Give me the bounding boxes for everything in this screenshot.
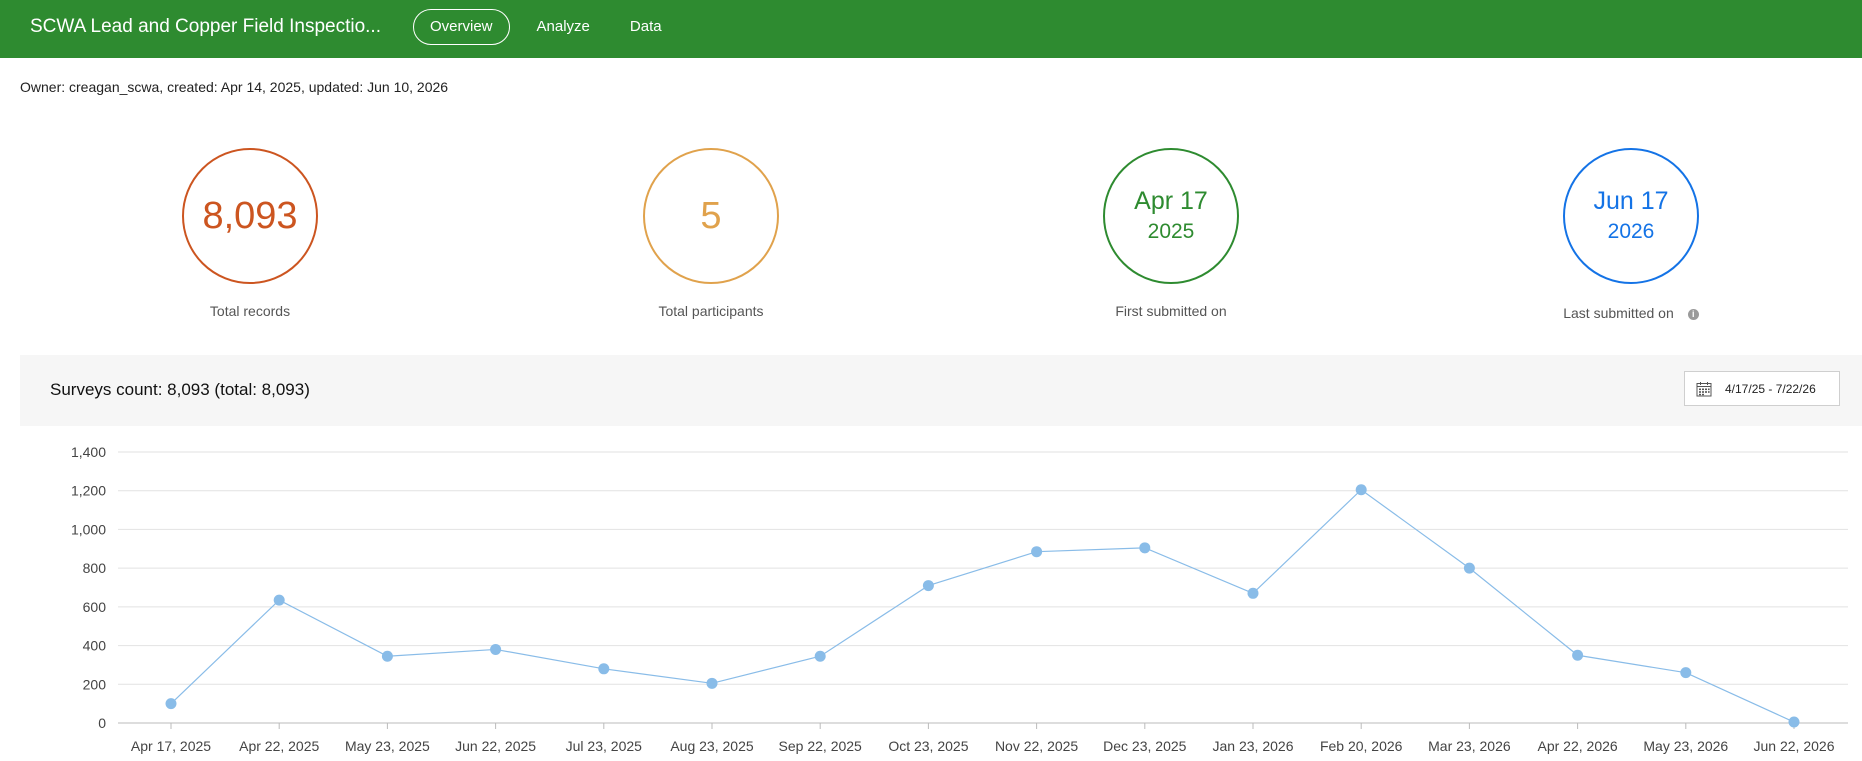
last-submitted-label-row: Last submitted on i: [1531, 305, 1731, 321]
first-submitted-date: Apr 17: [1134, 187, 1208, 215]
last-submitted-circle: Jun 17 2026: [1563, 148, 1699, 284]
total-records-label: Total records: [209, 303, 291, 319]
stat-first-submitted: Apr 17 2025 First submitted on: [1071, 148, 1271, 319]
last-submitted-label: Last submitted on: [1563, 305, 1674, 321]
total-records-circle: 8,093: [182, 148, 318, 284]
stat-total-participants: 5 Total participants: [611, 148, 811, 319]
chart-title: Surveys count: 8,093 (total: 8,093): [50, 380, 310, 399]
x-tick-label: May 23, 2026: [1643, 738, 1728, 754]
data-point[interactable]: [273, 594, 285, 606]
x-tick-label: Apr 17, 2025: [131, 738, 211, 754]
x-tick-label: Mar 23, 2026: [1428, 738, 1511, 754]
tab-data[interactable]: Data: [615, 9, 677, 45]
y-tick-label: 200: [83, 676, 107, 692]
stat-total-records: 8,093 Total records: [150, 148, 350, 319]
y-tick-label: 1,200: [71, 483, 106, 499]
y-tick-label: 800: [83, 560, 107, 576]
stat-last-submitted: Jun 17 2026 Last submitted on i: [1531, 148, 1731, 321]
last-submitted-year: 2026: [1607, 220, 1655, 243]
data-point[interactable]: [922, 580, 934, 592]
date-range-picker[interactable]: 4/17/25 - 7/22/26: [1684, 371, 1840, 406]
app-title[interactable]: SCWA Lead and Copper Field Inspectio...: [30, 16, 381, 38]
first-submitted-year: 2025: [1147, 220, 1195, 243]
series-line: [170, 488, 1795, 723]
data-point[interactable]: [814, 650, 826, 662]
y-tick-label: 600: [83, 599, 107, 615]
surveys-line-chart: 0 200 400 600 800 1,000 1,200 1,400 Apr 17, 2025…: [71, 444, 1848, 754]
x-tick-label: Oct 23, 2025: [888, 738, 968, 754]
data-point[interactable]: [706, 677, 718, 689]
x-tick-label: Sep 22, 2025: [779, 738, 863, 754]
data-point[interactable]: [381, 650, 393, 662]
y-tick-label: 1,400: [71, 444, 106, 460]
x-tick-label: Feb 20, 2026: [1320, 738, 1403, 754]
info-icon[interactable]: i: [1687, 309, 1699, 320]
x-tick-label: Apr 22, 2026: [1538, 738, 1618, 754]
x-tick-label: May 23, 2025: [345, 738, 430, 754]
x-tick-label: Jun 22, 2025: [455, 738, 536, 754]
total-participants-label: Total participants: [658, 303, 764, 319]
last-submitted-date: Jun 17: [1593, 187, 1669, 215]
first-submitted-circle: Apr 17 2025: [1103, 148, 1239, 284]
data-point[interactable]: [1139, 542, 1151, 554]
data-point[interactable]: [1788, 716, 1800, 728]
x-tick-label: Jul 23, 2025: [566, 738, 642, 754]
data-point[interactable]: [1247, 587, 1259, 599]
x-tick-label: Jun 22, 2026: [1754, 738, 1835, 754]
x-tick-label: Aug 23, 2025: [670, 738, 754, 754]
x-tick-label: Apr 22, 2025: [239, 738, 319, 754]
data-point[interactable]: [1463, 562, 1475, 574]
total-participants-circle: 5: [643, 148, 779, 284]
y-tick-label: 400: [83, 638, 107, 654]
chart-header: Surveys count: 8,093 (total: 8,093) 4/17…: [20, 355, 1862, 426]
first-submitted-label: First submitted on: [1115, 303, 1227, 319]
tab-analyze[interactable]: Analyze: [522, 9, 605, 45]
calendar-icon: [1696, 381, 1712, 396]
data-point[interactable]: [1031, 546, 1043, 558]
data-point[interactable]: [165, 698, 177, 710]
x-tick-label: Dec 23, 2025: [1103, 738, 1186, 754]
y-tick-label: 1,000: [71, 521, 106, 537]
total-participants-value: 5: [700, 195, 722, 237]
x-tick-label: Nov 22, 2025: [995, 738, 1078, 754]
data-point[interactable]: [598, 663, 610, 675]
survey-meta-info: Owner: creagan_scwa, created: Apr 14, 20…: [20, 79, 449, 95]
y-tick-label: 0: [98, 715, 106, 731]
tab-overview[interactable]: Overview: [413, 9, 510, 45]
data-point[interactable]: [1572, 649, 1584, 661]
date-range-text: 4/17/25 - 7/22/26: [1725, 381, 1816, 396]
data-point[interactable]: [490, 643, 502, 655]
nav-tabs: Overview Analyze Data: [413, 9, 687, 45]
data-point[interactable]: [1680, 667, 1692, 679]
top-bar: SCWA Lead and Copper Field Inspectio... …: [0, 0, 1862, 58]
total-records-value: 8,093: [202, 195, 298, 237]
x-tick-label: Jan 23, 2026: [1213, 738, 1294, 754]
data-point[interactable]: [1355, 484, 1367, 496]
